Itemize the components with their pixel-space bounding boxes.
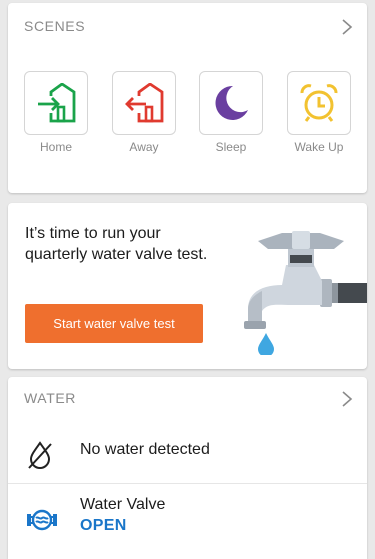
- scene-wakeup[interactable]: Wake Up: [287, 71, 351, 154]
- water-valve-row[interactable]: Water Valve OPEN: [8, 484, 367, 559]
- faucet-icon: [244, 231, 367, 355]
- scene-away-tile[interactable]: [112, 71, 176, 135]
- scene-away-label: Away: [129, 140, 159, 154]
- scene-away[interactable]: Away: [112, 71, 176, 154]
- home-arrow-in-icon: [38, 83, 76, 123]
- scene-wakeup-tile[interactable]: [287, 71, 351, 135]
- chevron-right-icon[interactable]: [339, 17, 355, 37]
- no-water-drop-icon: [28, 441, 52, 469]
- scene-sleep[interactable]: Sleep: [199, 71, 263, 154]
- scene-sleep-tile[interactable]: [199, 71, 263, 135]
- water-detection-row[interactable]: No water detected: [8, 427, 367, 484]
- scene-sleep-label: Sleep: [215, 140, 247, 154]
- start-valve-test-button[interactable]: Start water valve test: [25, 304, 203, 343]
- scene-home-label: Home: [39, 140, 72, 154]
- valve-test-message: It’s time to run your quarterly water va…: [25, 225, 208, 263]
- valve-test-card: It’s time to run your quarterly water va…: [8, 203, 367, 369]
- water-valve-status: OPEN: [80, 517, 127, 534]
- water-header: WATER: [24, 390, 76, 406]
- chevron-right-icon[interactable]: [339, 389, 355, 409]
- home-arrow-out-icon: [125, 83, 164, 123]
- scene-wakeup-label: Wake Up: [294, 140, 344, 154]
- scenes-header: SCENES: [24, 18, 86, 34]
- scene-home-tile[interactable]: [24, 71, 88, 135]
- moon-icon: [215, 85, 248, 120]
- scene-home[interactable]: Home: [24, 71, 88, 154]
- scenes-card: SCENES Home Away Sleep Wake Up: [8, 3, 367, 193]
- water-valve-label: Water Valve: [80, 496, 166, 513]
- water-valve-icon: [27, 509, 57, 531]
- water-card: WATER No water detected Water Valve OPEN: [8, 377, 367, 559]
- water-detection-label: No water detected: [80, 441, 210, 458]
- alarm-clock-icon: [300, 84, 338, 122]
